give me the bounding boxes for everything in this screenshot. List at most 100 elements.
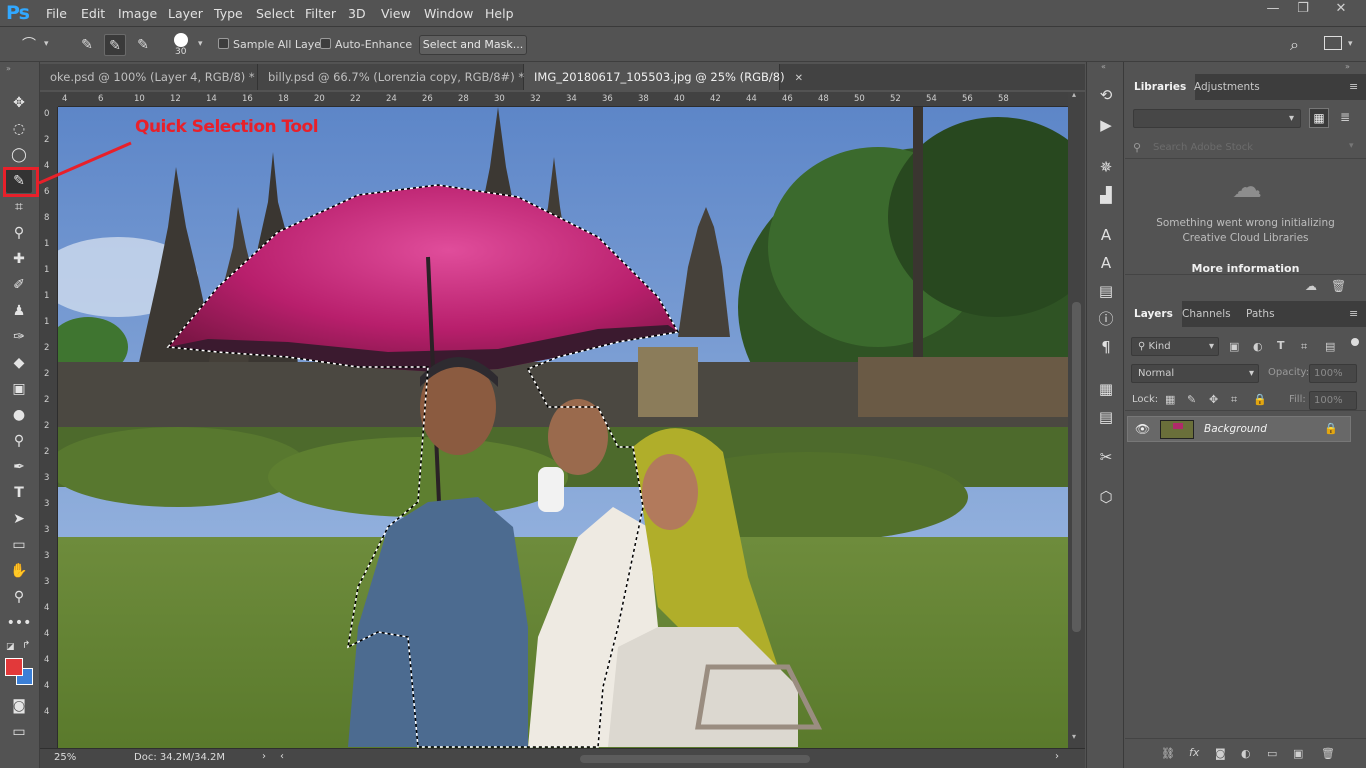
default-colors-icon[interactable]: ◪ [6, 642, 15, 652]
tab-oke[interactable]: oke.psd @ 100% (Layer 4, RGB/8) *✕ [40, 64, 273, 90]
lock-transparent-icon[interactable]: ▦ [1165, 393, 1175, 406]
foreground-color-swatch[interactable] [5, 658, 23, 676]
cc-sync-icon[interactable]: ☁ [1305, 279, 1317, 293]
properties-icon[interactable]: ▤ [1095, 280, 1117, 302]
new-layer-icon[interactable]: ▣ [1293, 747, 1303, 760]
lock-image-icon[interactable]: ✎ [1187, 393, 1196, 406]
delete-layer-icon[interactable]: 🗑 [1321, 747, 1335, 760]
brush-tool-icon[interactable]: ✐ [6, 273, 32, 297]
character-icon[interactable]: A [1095, 224, 1117, 246]
histogram-icon[interactable]: ▟ [1095, 184, 1117, 206]
menu-type[interactable]: Type [214, 6, 243, 21]
scroll-down-icon[interactable]: ▾ [1072, 732, 1076, 741]
filter-toggle-icon[interactable] [1351, 338, 1359, 346]
info-icon[interactable]: ⓘ [1095, 308, 1117, 330]
menu-select[interactable]: Select [256, 6, 295, 21]
fx-icon[interactable]: fx [1189, 746, 1199, 759]
vertical-scroll-thumb[interactable] [1072, 302, 1081, 632]
filter-adjustment-icon[interactable]: ◐ [1253, 340, 1263, 353]
status-menu-icon[interactable]: › [262, 751, 266, 762]
menu-help[interactable]: Help [485, 6, 514, 21]
filter-shape-icon[interactable]: ⌗ [1301, 340, 1307, 354]
search-chevron-icon[interactable]: ▾ [1349, 141, 1354, 151]
auto-enhance-checkbox[interactable] [320, 38, 331, 49]
lock-all-icon[interactable]: 🔒 [1253, 393, 1267, 406]
tab-billy[interactable]: billy.psd @ 66.7% (Lorenzia copy, RGB/8#… [258, 64, 542, 90]
restore-button[interactable]: ❐ [1288, 1, 1318, 21]
subtract-selection-brush-icon[interactable]: ✎ [132, 34, 154, 56]
horizontal-scroll-thumb[interactable] [580, 755, 810, 763]
eyedropper-tool-icon[interactable]: ⚲ [6, 221, 32, 245]
swatches-icon[interactable]: ▦ [1095, 378, 1117, 400]
tool-presets-icon[interactable]: ✂ [1095, 446, 1117, 468]
history-brush-tool-icon[interactable]: ✑ [6, 325, 32, 349]
blur-tool-icon[interactable]: ● [6, 403, 32, 427]
scroll-up-icon[interactable]: ▴ [1072, 90, 1076, 99]
quick-mask-icon[interactable]: ◙ [6, 694, 32, 718]
collapse-right-panels-icon[interactable]: » [1345, 62, 1350, 71]
glyphs-icon[interactable]: A [1095, 252, 1117, 274]
vertical-scrollbar[interactable]: ▴ ▾ [1068, 90, 1085, 748]
adjustment-layer-icon[interactable]: ◐ [1241, 747, 1251, 760]
new-selection-brush-icon[interactable]: ✎ [76, 34, 98, 56]
brush-picker-chevron-icon[interactable]: ▾ [198, 39, 203, 49]
library-select[interactable]: ▾ [1133, 109, 1301, 128]
rectangle-tool-icon[interactable]: ▭ [6, 533, 32, 557]
menu-view[interactable]: View [381, 6, 411, 21]
gradient-tool-icon[interactable]: ▣ [6, 377, 32, 401]
tool-preset-icon[interactable]: ⌒ [18, 34, 40, 56]
chevron-down-icon[interactable]: ▾ [44, 39, 49, 49]
dodge-tool-icon[interactable]: ⚲ [6, 429, 32, 453]
visibility-eye-icon[interactable]: 👁 [1135, 422, 1150, 436]
list-view-icon[interactable]: ≣ [1335, 108, 1355, 128]
lock-position-icon[interactable]: ✥ [1209, 393, 1218, 406]
menu-filter[interactable]: Filter [305, 6, 336, 21]
history-icon[interactable]: ⟲ [1095, 84, 1117, 106]
healing-brush-tool-icon[interactable]: ✚ [6, 247, 32, 271]
menu-3d[interactable]: 3D [348, 6, 366, 21]
pen-tool-icon[interactable]: ✒ [6, 455, 32, 479]
swap-colors-icon[interactable]: ↱ [22, 640, 30, 651]
tab-paths[interactable]: Paths [1237, 301, 1284, 327]
trash-icon[interactable]: 🗑 [1331, 279, 1346, 293]
sample-all-layers-checkbox[interactable] [218, 38, 229, 49]
stock-search-input[interactable]: Search Adobe Stock [1153, 142, 1253, 153]
clone-stamp-tool-icon[interactable]: ♟ [6, 299, 32, 323]
collapse-toolbar-icon[interactable]: » [6, 64, 11, 73]
close-window-button[interactable]: ✕ [1326, 1, 1356, 21]
select-and-mask-button[interactable]: Select and Mask... [419, 35, 527, 55]
path-selection-tool-icon[interactable]: ➤ [6, 507, 32, 531]
opacity-field[interactable]: 100% [1309, 364, 1357, 383]
zoom-tool-icon[interactable]: ⚲ [6, 585, 32, 609]
hand-tool-icon[interactable]: ✋ [6, 559, 32, 583]
menu-window[interactable]: Window [424, 6, 473, 21]
workspace-icon[interactable] [1324, 36, 1342, 50]
add-mask-icon[interactable]: ◙ [1215, 747, 1226, 760]
image-canvas[interactable]: Quick Selection Tool [58, 107, 1068, 748]
layer-row-background[interactable]: 👁 Background 🔒 [1127, 416, 1351, 442]
menu-layer[interactable]: Layer [168, 6, 203, 21]
navigator-icon[interactable]: ✵ [1095, 156, 1117, 178]
scroll-left-icon[interactable]: ‹ [280, 751, 284, 762]
3d-icon[interactable]: ⬡ [1095, 486, 1117, 508]
panel-menu-icon[interactable]: ≡ [1349, 307, 1358, 320]
scroll-right-icon[interactable]: › [1055, 751, 1059, 762]
tab-img-20180617[interactable]: IMG_20180617_105503.jpg @ 25% (RGB/8) ✕ [524, 64, 803, 90]
menu-file[interactable]: File [46, 6, 67, 21]
grid-view-icon[interactable]: ▦ [1309, 108, 1329, 128]
paragraph-icon[interactable]: ¶ [1095, 336, 1117, 358]
marquee-tool-icon[interactable]: ◌ [6, 117, 32, 141]
menu-edit[interactable]: Edit [81, 6, 105, 21]
fill-field[interactable]: 100% [1309, 391, 1357, 410]
screen-mode-icon[interactable]: ▭ [6, 720, 32, 744]
move-tool-icon[interactable]: ✥ [6, 91, 32, 115]
blend-mode-select[interactable]: Normal ▾ [1131, 364, 1259, 383]
zoom-level[interactable]: 25% [54, 752, 76, 763]
workspace-chevron-icon[interactable]: ▾ [1348, 39, 1353, 49]
panel-menu-icon[interactable]: ≡ [1349, 80, 1358, 93]
filter-pixel-icon[interactable]: ▣ [1229, 340, 1239, 353]
more-tools-icon[interactable]: ••• [6, 611, 32, 635]
actions-play-icon[interactable]: ▶ [1095, 114, 1117, 136]
tab-adjustments[interactable]: Adjustments [1185, 74, 1269, 100]
filter-smart-object-icon[interactable]: ▤ [1325, 340, 1335, 353]
